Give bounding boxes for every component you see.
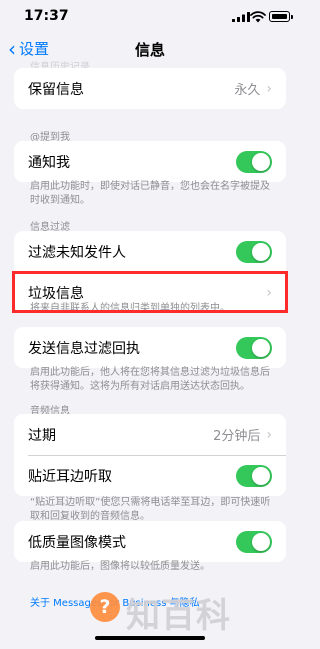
toggle-knob	[252, 338, 270, 357]
low-quality-note: 启用此功能后，图像将以较低质量发送。	[30, 561, 210, 572]
filter-receipt-label: 发送信息过滤回执	[28, 340, 140, 357]
raise-to-listen-label: 贴近耳边听取	[28, 468, 112, 485]
low-quality-group: 低质量图像模式	[14, 521, 286, 562]
low-quality-toggle[interactable]	[236, 530, 272, 553]
toggle-knob	[252, 466, 270, 485]
filter-unknown-label: 过滤未知发件人	[28, 244, 126, 261]
filter-receipt-toggle[interactable]	[236, 336, 272, 359]
keep-messages-label: 保留信息	[28, 81, 84, 98]
keep-messages-row[interactable]: 保留信息 永久 ›	[14, 68, 286, 109]
expire-row[interactable]: 过期 2分钟后 ›	[14, 414, 286, 455]
raise-to-listen-toggle[interactable]	[236, 464, 272, 487]
notify-me-label: 通知我	[28, 154, 70, 171]
watermark-logo-icon: ?	[90, 592, 120, 622]
junk-messages-label: 垃圾信息	[28, 285, 84, 302]
notify-me-toggle[interactable]	[236, 150, 272, 173]
wifi-icon	[250, 11, 266, 23]
expire-value: 2分钟后	[213, 429, 261, 444]
chevron-right-icon: ›	[266, 284, 272, 301]
low-quality-label: 低质量图像模式	[28, 534, 126, 551]
toggle-knob	[252, 242, 270, 261]
status-time: 17:37	[24, 8, 69, 24]
audio-note: “贴近耳边听取”使您只需将电话举至耳边，即可快速听取和回复收到的音频信息。	[30, 497, 271, 522]
home-indicator[interactable]	[95, 636, 205, 640]
receipts-note: 启用此功能后，他人将在您将其信息过滤为垃圾信息后将获得通知。这将为所有对话启用送…	[30, 367, 270, 392]
mentions-group: 通知我	[14, 141, 286, 182]
mentions-note: 启用此功能时，即使对话已静音，您也会在名字被提及时收到通知。	[30, 181, 270, 206]
receipts-group: 发送信息过滤回执	[14, 327, 286, 368]
filter-receipt-row: 发送信息过滤回执	[14, 327, 286, 368]
toggle-knob	[252, 532, 270, 551]
cellular-signal-icon	[232, 12, 250, 22]
filtering-note: 将来自非联系人的信息归类到单独的列表中。	[30, 303, 230, 314]
keep-messages-value: 永久	[234, 83, 261, 98]
expire-label: 过期	[28, 427, 56, 444]
raise-to-listen-row: 贴近耳边听取	[14, 455, 286, 496]
chevron-right-icon: ›	[266, 426, 272, 443]
notify-me-row: 通知我	[14, 141, 286, 182]
watermark-text: 知百科	[126, 596, 231, 636]
low-quality-row: 低质量图像模式	[14, 521, 286, 562]
battery-icon	[269, 11, 293, 22]
filtering-group: 过滤未知发件人 垃圾信息 ›	[14, 231, 286, 313]
chevron-right-icon: ›	[266, 80, 272, 97]
audio-group: 过期 2分钟后 › 贴近耳边听取	[14, 414, 286, 496]
history-group: 保留信息 永久 ›	[14, 68, 286, 109]
toggle-knob	[252, 152, 270, 171]
filter-unknown-toggle[interactable]	[236, 240, 272, 263]
page-title: 信息	[134, 41, 165, 59]
filter-unknown-row: 过滤未知发件人	[14, 231, 286, 272]
